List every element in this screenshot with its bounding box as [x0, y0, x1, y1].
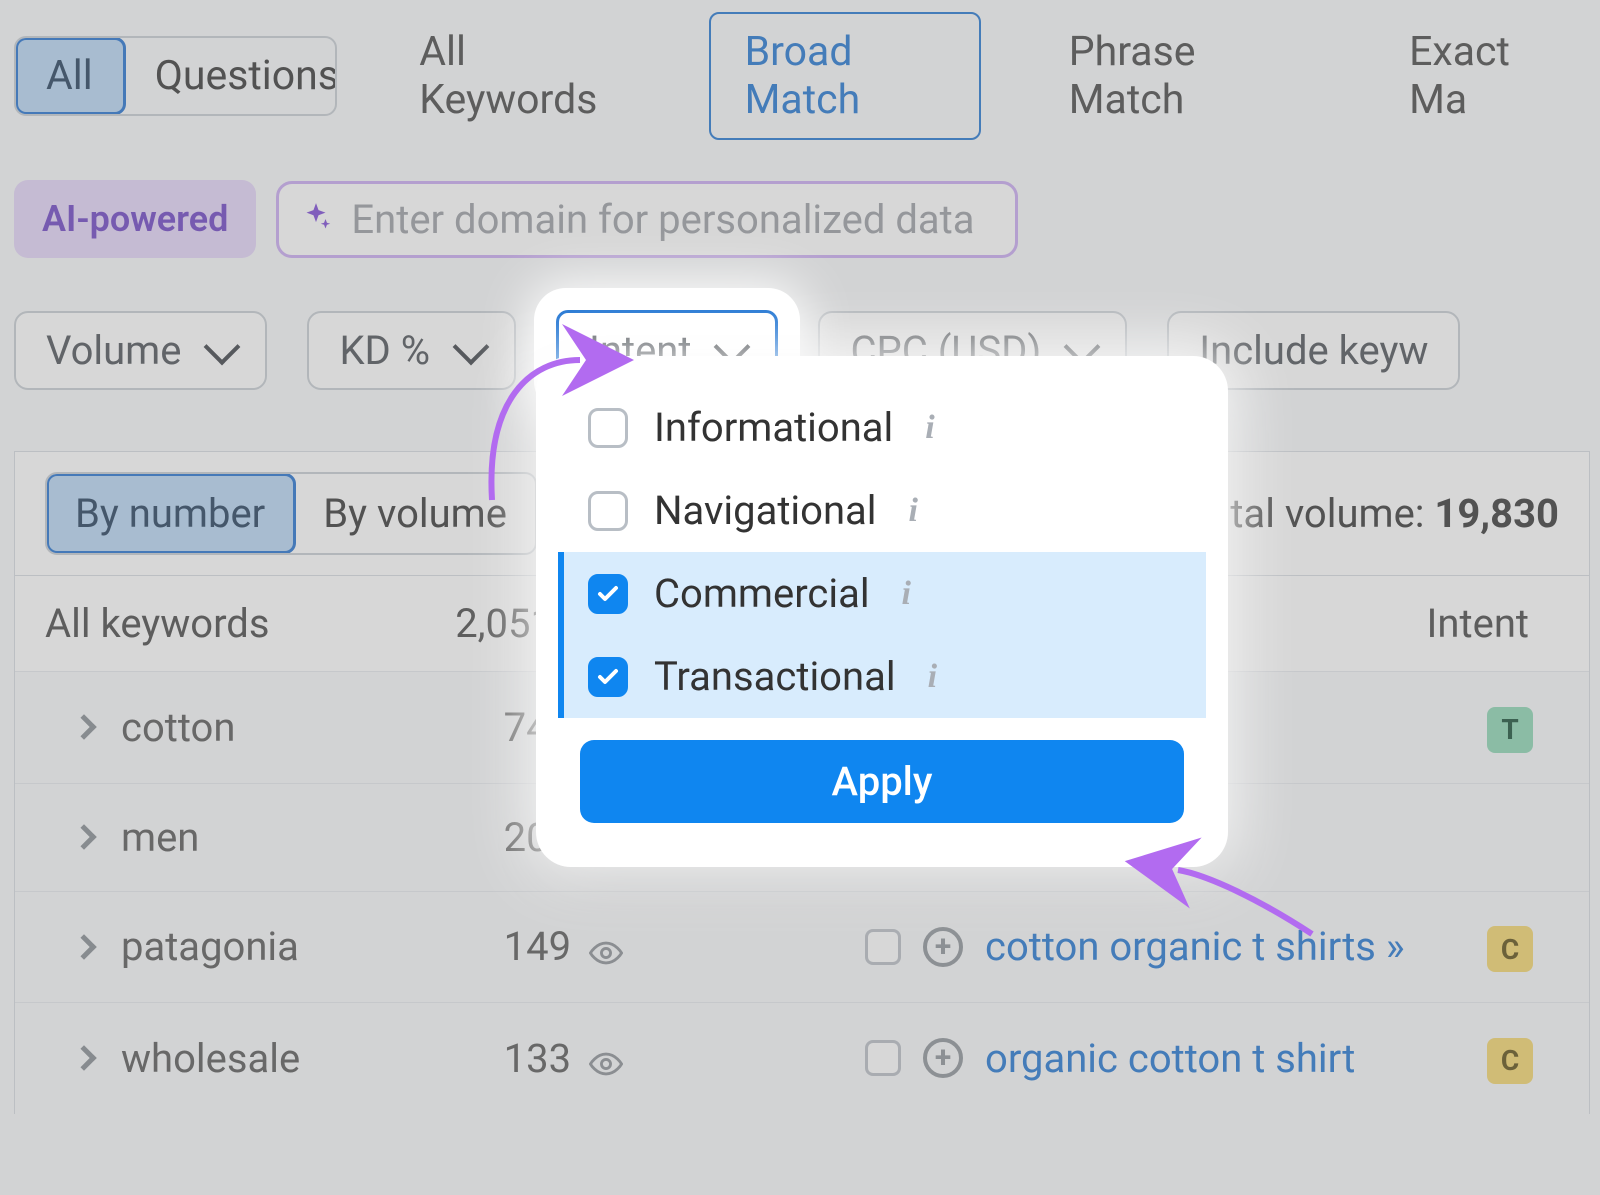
intent-col: C — [1465, 1033, 1559, 1084]
tab-all[interactable]: All — [16, 38, 125, 114]
info-icon[interactable]: i — [902, 575, 911, 613]
keyword-cell: + cotton organic t shirts » — [635, 923, 1465, 970]
group-term: wholesale — [121, 1035, 300, 1082]
option-label: Navigational — [654, 487, 877, 534]
group-count: 133 — [475, 1035, 635, 1082]
chevron-right-icon — [71, 934, 96, 959]
table-row: wholesale 133 + organic cotton t shirt C — [15, 1002, 1589, 1114]
tab-broad-match[interactable]: Broad Match — [709, 12, 981, 140]
intent-option-navigational[interactable]: Navigational i — [558, 469, 1206, 552]
domain-input[interactable]: Enter domain for personalized data — [276, 181, 1017, 258]
keyword-group[interactable]: wholesale — [75, 1035, 475, 1082]
checkbox[interactable] — [588, 657, 628, 697]
checkbox[interactable] — [588, 408, 628, 448]
intent-option-commercial[interactable]: Commercial i — [558, 552, 1206, 635]
table-row: patagonia 149 + cotton organic t shirts » C — [15, 891, 1589, 1003]
ai-bar: AI-powered Enter domain for personalized… — [14, 180, 1590, 258]
keyword-link[interactable]: organic cotton t shirt — [985, 1035, 1355, 1082]
filter-label: Include keyw — [1199, 327, 1428, 374]
filter-include-keywords[interactable]: Include keyw — [1167, 311, 1460, 390]
by-volume-button[interactable]: By volume — [295, 474, 535, 553]
total-volume: tal volume: 19,830 — [1230, 490, 1559, 537]
info-icon[interactable]: i — [928, 658, 937, 696]
header-count: 2,051 — [405, 600, 565, 647]
filter-label: Intent — [589, 327, 691, 374]
total-volume-value: 19,830 — [1434, 490, 1559, 537]
total-volume-label: tal volume: — [1230, 490, 1434, 537]
intent-col: C — [1465, 922, 1559, 973]
option-label: Transactional — [654, 653, 896, 700]
intent-badge: C — [1487, 1038, 1533, 1084]
filter-label: KD % — [339, 327, 430, 374]
keyword-checkbox[interactable] — [865, 929, 901, 965]
filter-volume[interactable]: Volume — [14, 311, 267, 390]
chevron-right-icon — [71, 715, 96, 740]
header-intent: Intent — [1427, 600, 1559, 647]
intent-option-informational[interactable]: Informational i — [558, 386, 1206, 469]
keyword-group[interactable]: patagonia — [75, 923, 475, 970]
info-icon[interactable]: i — [909, 492, 918, 530]
apply-button[interactable]: Apply — [580, 740, 1184, 823]
ai-powered-badge: AI-powered — [14, 180, 256, 258]
intent-col: T — [1465, 702, 1559, 753]
keyword-group[interactable]: cotton — [75, 704, 475, 751]
chevron-down-icon — [204, 328, 241, 365]
filter-label: Volume — [46, 327, 181, 374]
by-number-button[interactable]: By number — [47, 474, 295, 553]
intent-badge: C — [1487, 926, 1533, 972]
tab-exact-match[interactable]: Exact Ma — [1373, 12, 1590, 140]
keyword-cell: + organic cotton t shirt — [635, 1035, 1465, 1082]
domain-input-placeholder: Enter domain for personalized data — [351, 196, 974, 243]
eye-icon — [589, 1044, 623, 1078]
filter-label: CPC (USD) — [850, 327, 1041, 374]
intent-option-transactional[interactable]: Transactional i — [558, 635, 1206, 718]
header-all-keywords: All keywords — [45, 600, 270, 647]
group-count: 149 — [475, 923, 635, 970]
group-term: cotton — [121, 704, 235, 751]
tab-all-keywords[interactable]: All Keywords — [383, 12, 656, 140]
keyword-group[interactable]: men — [75, 814, 475, 861]
chevron-right-icon — [71, 824, 96, 849]
add-keyword-icon[interactable]: + — [923, 1038, 963, 1078]
add-keyword-icon[interactable]: + — [923, 927, 963, 967]
checkbox[interactable] — [588, 574, 628, 614]
eye-icon — [589, 933, 623, 967]
chevron-down-icon — [453, 328, 490, 365]
intent-badge: T — [1487, 707, 1533, 753]
checkbox[interactable] — [588, 491, 628, 531]
match-tabs: All Keywords Broad Match Phrase Match Ex… — [383, 12, 1590, 140]
group-term: men — [121, 814, 199, 861]
chevron-down-icon — [714, 328, 751, 365]
filter-kd[interactable]: KD % — [307, 311, 516, 390]
group-term: patagonia — [121, 923, 299, 970]
chevron-right-icon — [71, 1046, 96, 1071]
info-icon[interactable]: i — [925, 409, 934, 447]
tab-questions[interactable]: Questions — [125, 38, 338, 114]
sparkle-icon — [297, 200, 335, 238]
match-type-tabs: All Questions All Keywords Broad Match P… — [14, 12, 1590, 140]
option-label: Informational — [654, 404, 893, 451]
view-mode-group: By number By volume — [45, 472, 537, 555]
intent-dropdown: InformationaliNavigationaliCommercialiTr… — [558, 378, 1206, 845]
keyword-link[interactable]: cotton organic t shirts » — [985, 923, 1405, 970]
chevron-down-icon — [1064, 328, 1101, 365]
option-label: Commercial — [654, 570, 870, 617]
keyword-checkbox[interactable] — [865, 1040, 901, 1076]
all-questions-group: All Questions — [14, 36, 337, 116]
tab-phrase-match[interactable]: Phrase Match — [1033, 12, 1321, 140]
